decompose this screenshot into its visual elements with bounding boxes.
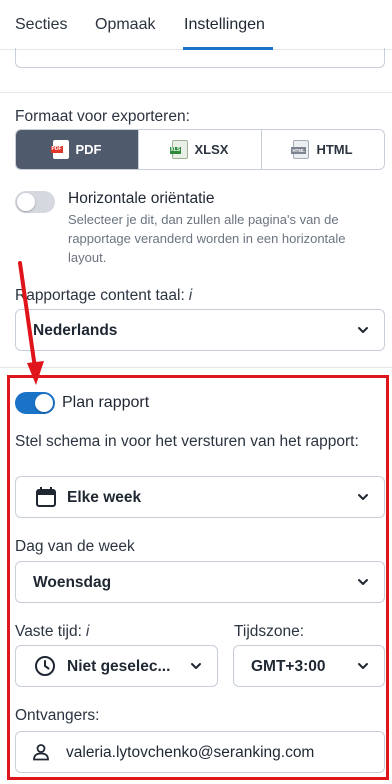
schedule-label: Stel schema in voor het versturen van he… [15, 433, 359, 450]
html-file-icon [291, 140, 310, 159]
recipients-field[interactable]: valeria.lytovchenko@seranking.com [15, 731, 385, 773]
fixed-time-value: Niet geselec... [67, 658, 171, 675]
calendar-icon [36, 487, 56, 507]
format-pdf-button[interactable]: PDF [16, 130, 138, 169]
chevron-down-icon [358, 327, 368, 333]
language-value: Nederlands [33, 322, 118, 339]
timezone-select[interactable]: GMT+3:00 [233, 645, 385, 687]
horizontal-orientation-description: Selecteer je dit, dan zullen alle pagina… [68, 212, 346, 265]
format-html-label: HTML [316, 142, 353, 157]
person-icon [33, 744, 49, 761]
chevron-down-icon [358, 663, 368, 669]
day-of-week-label: Dag van de week [15, 538, 135, 555]
fixed-time-label-text: Vaste tijd: [15, 623, 82, 640]
format-pdf-label: PDF [75, 142, 102, 157]
fixed-time-select[interactable]: Niet geselec... [15, 645, 218, 687]
tab-bar: Secties Opmaak Instellingen [0, 0, 392, 50]
section-divider [0, 367, 392, 368]
language-label: Rapportage content taal: i [15, 287, 192, 305]
info-icon[interactable]: i [189, 287, 192, 304]
timezone-label: Tijdszone: [234, 623, 305, 640]
chevron-down-icon [191, 663, 201, 669]
plan-report-label: Plan rapport [62, 394, 150, 411]
info-icon[interactable]: i [86, 623, 89, 640]
plan-report-toggle[interactable] [15, 392, 55, 414]
format-xlsx-button[interactable]: XLS X [138, 130, 261, 169]
export-format-label: Formaat voor exporteren: [15, 108, 190, 125]
horizontal-orientation-title: Horizontale oriëntatie [68, 190, 215, 207]
clock-icon [35, 656, 55, 676]
toggle-knob [17, 193, 35, 211]
xlsx-file-icon [169, 140, 188, 159]
chevron-down-icon [358, 494, 368, 500]
horizontal-orientation-toggle[interactable] [15, 191, 55, 213]
language-select[interactable]: Nederlands [15, 309, 385, 351]
toggle-knob [35, 394, 53, 412]
schedule-value: Elke week [67, 489, 142, 506]
language-label-text: Rapportage content taal: [15, 287, 185, 304]
format-html-button[interactable]: HTML [261, 130, 384, 169]
tab-opmaak[interactable]: Opmaak [95, 16, 155, 34]
scrolled-field[interactable] [15, 48, 385, 68]
chevron-down-icon [358, 579, 368, 585]
tab-instellingen[interactable]: Instellingen [184, 16, 265, 34]
day-of-week-select[interactable]: Woensdag [15, 561, 385, 603]
section-divider [0, 92, 392, 93]
schedule-select[interactable]: Elke week [15, 476, 385, 518]
format-xlsx-label: XLSX [194, 142, 229, 157]
export-format-selector: PDF XLSX HTML [15, 129, 385, 170]
recipients-label: Ontvangers: [15, 707, 100, 724]
pdf-file-icon [50, 140, 69, 159]
tab-secties[interactable]: Secties [15, 16, 67, 34]
timezone-value: GMT+3:00 [251, 658, 326, 675]
day-of-week-value: Woensdag [33, 574, 112, 591]
fixed-time-label: Vaste tijd: i [15, 623, 89, 641]
recipients-value: valeria.lytovchenko@seranking.com [66, 744, 315, 761]
